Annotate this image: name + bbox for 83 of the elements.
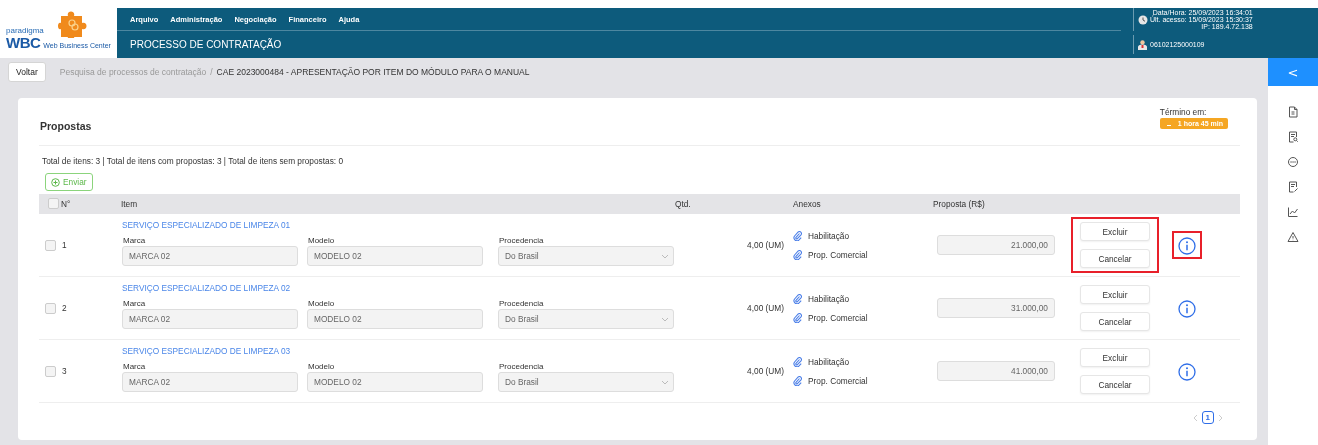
collapse-button[interactable]: <: [1268, 58, 1318, 86]
paperclip-icon: [793, 293, 802, 304]
field-label: Marca: [122, 299, 147, 308]
paperclip-icon: [793, 356, 802, 367]
column-header: Item: [120, 199, 139, 209]
quantity-text: 4,00 (UM): [746, 239, 785, 252]
cancel-button[interactable]: Cancelar: [1080, 249, 1150, 268]
input-field[interactable]: MODELO 02: [307, 246, 483, 266]
chat-icon[interactable]: [1287, 156, 1299, 168]
paperclip-icon: [793, 312, 802, 323]
field-label: Modelo: [307, 299, 336, 308]
checkbox[interactable]: [45, 302, 56, 314]
input-field[interactable]: MARCA 02: [122, 246, 298, 266]
breadcrumb-current: CAE 2023000484 - APRESENTAÇÃO POR ITEM DO MÓDULO PARA O MANUAL: [216, 67, 530, 77]
input-field[interactable]: MODELO 02: [307, 372, 483, 392]
chevron-down-icon: [661, 253, 669, 259]
column-header: Qtd.: [674, 199, 692, 209]
field-label: Marca: [122, 236, 147, 245]
chevron-down-icon: [661, 316, 669, 322]
paperclip-icon: [793, 249, 802, 260]
paperclip-icon: [793, 375, 802, 386]
column-header: Anexos: [792, 199, 822, 209]
select-field[interactable]: Do Brasil: [498, 246, 674, 266]
checkbox[interactable]: [48, 197, 59, 209]
summary-text: Total de itens: 3 | Total de itens com propostas: 3 | Total de itens sem propostas: 0: [42, 156, 345, 166]
item-link[interactable]: SERVIÇO ESPECIALIZADO DE LIMPEZA 01: [122, 220, 291, 230]
column-header: Proposta (R$): [932, 199, 986, 209]
document-search-icon[interactable]: [1287, 131, 1299, 143]
page-button[interactable]: 1: [1201, 411, 1214, 424]
cancel-button[interactable]: Cancelar: [1080, 312, 1150, 331]
attachment-link[interactable]: Prop. Comercial: [808, 375, 868, 386]
delete-button[interactable]: Excluir: [1080, 285, 1150, 304]
checkbox[interactable]: [45, 239, 56, 251]
proposal-field[interactable]: 31.000,00: [937, 298, 1055, 318]
field-label: Procedencia: [498, 236, 545, 245]
item-link[interactable]: SERVIÇO ESPECIALIZADO DE LIMPEZA 02: [122, 283, 291, 293]
attachment-link[interactable]: Prop. Comercial: [808, 249, 868, 260]
select-field[interactable]: Do Brasil: [498, 309, 674, 329]
quantity-text: 4,00 (UM): [746, 365, 785, 378]
proposal-field[interactable]: 21.000,00: [937, 235, 1055, 255]
delete-button[interactable]: Excluir: [1080, 222, 1150, 241]
deadline-label: Término em:: [1159, 106, 1207, 117]
clock-icon: [1138, 14, 1148, 25]
breadcrumb-separator: /: [210, 67, 213, 77]
back-button[interactable]: Voltar: [8, 62, 46, 82]
attachment-link[interactable]: Habilitação: [808, 293, 850, 304]
line-chart-icon[interactable]: [1287, 206, 1299, 218]
delete-button[interactable]: Excluir: [1080, 348, 1150, 367]
document-edit-icon[interactable]: [1287, 181, 1299, 193]
quantity-text: 4,00 (UM): [746, 302, 785, 315]
checkbox[interactable]: [45, 365, 56, 377]
column-header: N°: [60, 199, 72, 209]
logo-brand: paradigma: [6, 27, 45, 35]
cancel-button[interactable]: Cancelar: [1080, 375, 1150, 394]
attachment-link[interactable]: Habilitação: [808, 230, 850, 241]
input-field[interactable]: MODELO 02: [307, 309, 483, 329]
input-field[interactable]: MARCA 02: [122, 309, 298, 329]
select-field[interactable]: Do Brasil: [498, 372, 674, 392]
field-label: Procedencia: [498, 362, 545, 371]
info-icon[interactable]: [1178, 363, 1196, 381]
row-number: 1: [61, 239, 68, 252]
plus-circle-icon: [51, 177, 60, 187]
item-link[interactable]: SERVIÇO ESPECIALIZADO DE LIMPEZA 03: [122, 346, 291, 356]
attachment-link[interactable]: Habilitação: [808, 356, 850, 367]
row-number: 2: [61, 302, 68, 315]
field-label: Modelo: [307, 362, 336, 371]
info-icon[interactable]: [1178, 300, 1196, 318]
field-label: Modelo: [307, 236, 336, 245]
page-title: PROCESSO DE CONTRATAÇÃO: [129, 37, 283, 52]
attachment-link[interactable]: Prop. Comercial: [808, 312, 868, 323]
section-title: Propostas: [40, 119, 92, 132]
row-number: 3: [61, 365, 68, 378]
paperclip-icon: [793, 230, 802, 241]
chevron-down-icon: [661, 379, 669, 385]
logo-text: WBC: [6, 35, 41, 50]
warning-icon[interactable]: [1287, 231, 1299, 243]
input-field[interactable]: MARCA 02: [122, 372, 298, 392]
user-icon: [1138, 39, 1147, 50]
field-label: Marca: [122, 362, 147, 371]
field-label: Procedencia: [498, 299, 545, 308]
proposal-field[interactable]: 41.000,00: [937, 361, 1055, 381]
document-icon[interactable]: [1287, 106, 1299, 118]
info-icon[interactable]: [1178, 237, 1196, 255]
